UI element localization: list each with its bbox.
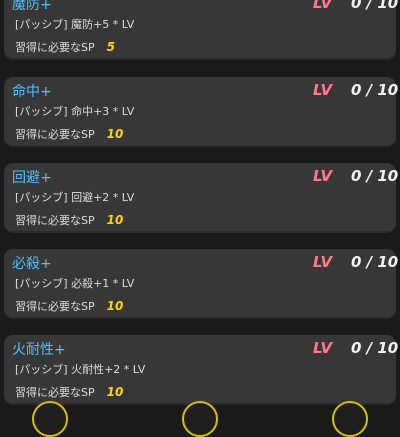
skill-description: [パッシブ] 必殺+1 * LV: [15, 277, 135, 290]
required-sp-value: 10: [106, 385, 124, 399]
required-sp-row: 習得に必要なSP 10: [15, 209, 123, 228]
required-sp-label: 習得に必要なSP: [15, 386, 95, 399]
skill-card-magic-defense[interactable]: 魔防+ LV 0 / 10 [パッシブ] 魔防+5 * LV 習得に必要なSP 5: [4, 0, 399, 60]
skill-name: 火耐性+: [12, 342, 66, 358]
level-value: 0 / 10: [351, 81, 399, 99]
skill-card-critical[interactable]: 必殺+ LV 0 / 10 [パッシブ] 必殺+1 * LV 習得に必要なSP 1…: [4, 249, 399, 319]
required-sp-value: 10: [106, 299, 124, 313]
required-sp-label: 習得に必要なSP: [15, 300, 95, 313]
skill-card-evasion[interactable]: 回避+ LV 0 / 10 [パッシブ] 回避+2 * LV 習得に必要なSP 1…: [4, 163, 399, 233]
required-sp-value: 10: [106, 127, 124, 141]
level-label: LV: [313, 253, 333, 271]
level-label: LV: [313, 339, 333, 357]
bottom-action-button-left[interactable]: [32, 401, 68, 437]
level-value: 0 / 10: [351, 339, 399, 357]
level-value: 0 / 10: [351, 167, 399, 185]
required-sp-label: 習得に必要なSP: [15, 41, 95, 54]
skill-name: 魔防+: [12, 0, 52, 13]
skill-name: 回避+: [12, 170, 52, 186]
level-label: LV: [313, 81, 333, 99]
skill-description: [パッシブ] 命中+3 * LV: [15, 105, 135, 118]
required-sp-label: 習得に必要なSP: [15, 128, 95, 141]
skill-card-fire-resistance[interactable]: 火耐性+ LV 0 / 10 [パッシブ] 火耐性+2 * LV 習得に必要なS…: [4, 335, 399, 405]
bottom-action-button-right[interactable]: [332, 401, 368, 437]
required-sp-row: 習得に必要なSP 5: [15, 36, 115, 55]
level-label: LV: [313, 167, 333, 185]
skill-description: [パッシブ] 火耐性+2 * LV: [15, 363, 146, 376]
level-value: 0 / 10: [351, 253, 399, 271]
required-sp-label: 習得に必要なSP: [15, 214, 95, 227]
skill-name: 必殺+: [12, 256, 52, 272]
level-label: LV: [313, 0, 333, 12]
required-sp-value: 5: [106, 40, 115, 54]
required-sp-row: 習得に必要なSP 10: [15, 123, 123, 142]
level-value: 0 / 10: [351, 0, 399, 12]
skill-card-accuracy[interactable]: 命中+ LV 0 / 10 [パッシブ] 命中+3 * LV 習得に必要なSP 1…: [4, 77, 399, 147]
skill-name: 命中+: [12, 84, 52, 100]
skill-description: [パッシブ] 回避+2 * LV: [15, 191, 135, 204]
required-sp-value: 10: [106, 213, 124, 227]
required-sp-row: 習得に必要なSP 10: [15, 295, 123, 314]
required-sp-row: 習得に必要なSP 10: [15, 381, 123, 400]
skill-description: [パッシブ] 魔防+5 * LV: [15, 18, 135, 31]
skill-list: 魔防+ LV 0 / 10 [パッシブ] 魔防+5 * LV 習得に必要なSP 5…: [0, 0, 400, 415]
bottom-action-button-center[interactable]: [182, 401, 218, 437]
